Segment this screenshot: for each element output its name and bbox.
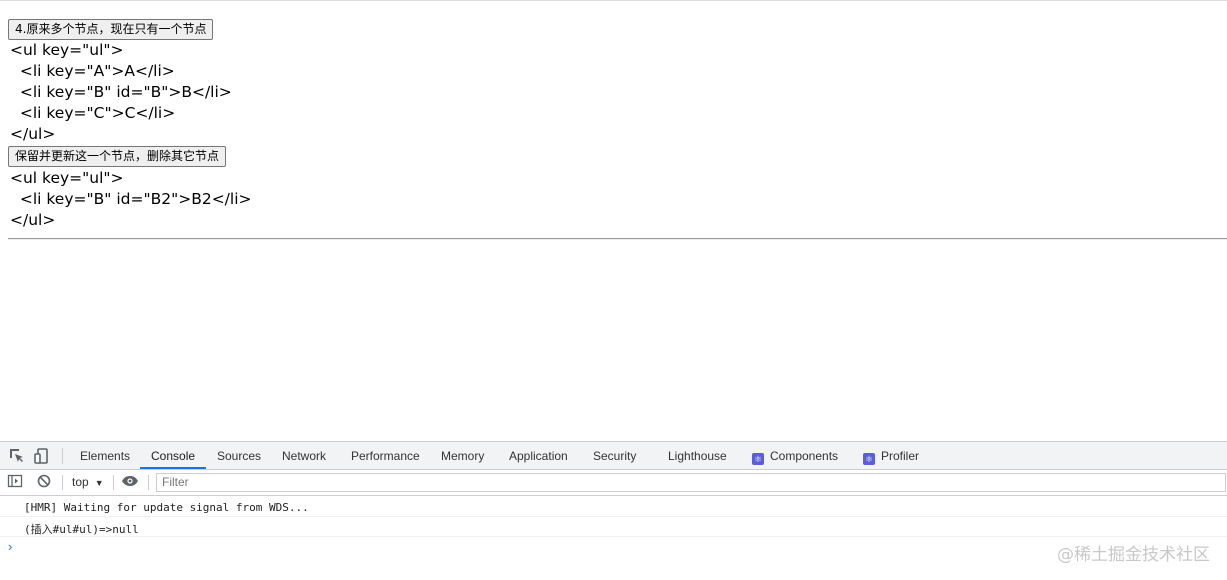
tab-sources[interactable]: Sources [217, 442, 261, 469]
dropdown-arrow-icon: ▼ [94, 478, 104, 488]
separator [148, 475, 149, 490]
react-icon: ⚛ [752, 453, 764, 465]
console-message: [HMR] Waiting for update signal from WDS… [0, 497, 1227, 517]
tab-lighthouse[interactable]: Lighthouse [668, 442, 727, 469]
sidebar-toggle-icon[interactable] [7, 473, 25, 491]
code-line: <li key="B" id="B">B</li> [10, 83, 232, 101]
code-line: <li key="C">C</li> [10, 104, 176, 122]
watermark: @稀土掘金技术社区 [1057, 545, 1210, 565]
tab-network[interactable]: Network [282, 442, 326, 469]
code-line: <li key="B" id="B2">B2</li> [10, 190, 252, 208]
button-multiple-to-one[interactable]: 4.原来多个节点，现在只有一个节点 [8, 19, 214, 40]
console-message: (插入#ul#ul)=>null [0, 517, 1227, 537]
react-icon: ⚛ [863, 453, 875, 465]
tab-security[interactable]: Security [593, 442, 636, 469]
tab-memory[interactable]: Memory [441, 442, 484, 469]
separator [62, 448, 63, 464]
console-message-text: (插入#ul#ul)=>null [24, 523, 139, 536]
devtools-panel: Elements Console Sources Network Perform… [0, 441, 1227, 580]
filter-input[interactable]: Filter [156, 473, 1226, 492]
tab-label: Components [770, 449, 839, 463]
inspect-element-icon[interactable] [8, 447, 26, 465]
horizontal-rule [8, 238, 1227, 240]
clear-console-icon[interactable] [36, 473, 54, 491]
tab-components[interactable]: ⚛ Components [752, 442, 838, 469]
eye-icon[interactable] [121, 473, 139, 491]
context-label: top [72, 475, 89, 489]
tab-elements[interactable]: Elements [80, 442, 130, 469]
tab-performance[interactable]: Performance [351, 442, 420, 469]
separator [113, 475, 114, 490]
page-content: 4.原来多个节点，现在只有一个节点 <ul key="ul"> <li key=… [0, 0, 1227, 441]
separator [62, 475, 63, 490]
tab-label: Profiler [881, 449, 920, 463]
code-line: </ul> [10, 211, 56, 229]
devtools-tabbar: Elements Console Sources Network Perform… [0, 442, 1227, 470]
device-toolbar-icon[interactable] [33, 447, 51, 465]
tab-console[interactable]: Console [140, 442, 207, 469]
context-selector[interactable]: top ▼ [72, 475, 104, 489]
console-toolbar: top ▼ Filter [0, 470, 1227, 496]
button-keep-update-node[interactable]: 保留并更新这一个节点，删除其它节点 [8, 146, 227, 167]
code-line: <ul key="ul"> [10, 41, 124, 59]
tab-application[interactable]: Application [509, 442, 568, 469]
tab-profiler[interactable]: ⚛ Profiler [863, 442, 919, 469]
code-line: <li key="A">A</li> [10, 62, 175, 80]
console-prompt[interactable]: › [8, 539, 12, 554]
code-line: <ul key="ul"> [10, 169, 124, 187]
console-message-text: [HMR] Waiting for update signal from WDS… [24, 501, 309, 514]
code-line: </ul> [10, 125, 56, 143]
